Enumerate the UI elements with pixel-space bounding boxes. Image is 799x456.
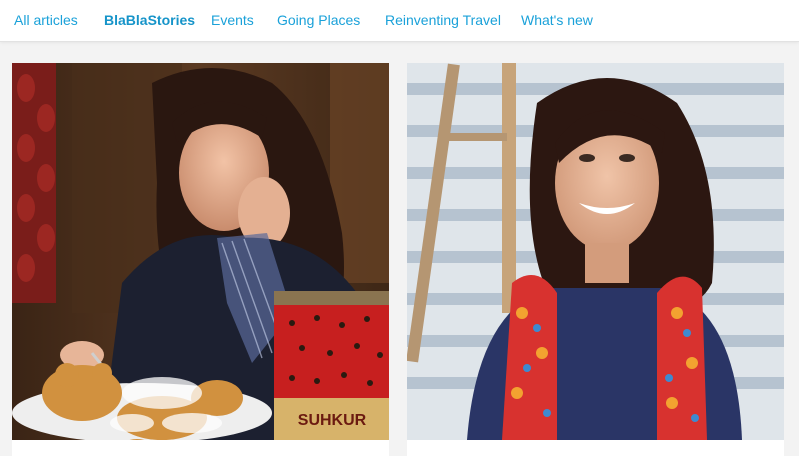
nav-item-blablastories[interactable]: BlaBlaStories: [104, 12, 195, 28]
nav-item-going-places[interactable]: Going Places: [277, 12, 360, 28]
tin-label: SUHKUR: [298, 412, 367, 429]
nav-item-reinventing-travel[interactable]: Reinventing Travel: [385, 12, 501, 28]
nav-item-whats-new[interactable]: What's new: [521, 12, 593, 28]
article-card-image[interactable]: SUHKUR: [12, 63, 389, 440]
photo-smiling-woman-with-scarf-icon: [407, 63, 784, 440]
photo-girl-with-teddy-bear-cake-icon: SUHKUR: [12, 63, 389, 440]
article-card-image[interactable]: [407, 63, 784, 440]
article-card-body: [407, 440, 784, 456]
nav-item-all-articles[interactable]: All articles: [14, 12, 78, 28]
article-card[interactable]: [407, 63, 784, 456]
top-navigation-bar: All articles BlaBlaStories Events Going …: [0, 0, 799, 42]
article-card-body: [12, 440, 389, 456]
nav-item-events[interactable]: Events: [211, 12, 254, 28]
article-card[interactable]: SUHKUR: [12, 63, 389, 456]
